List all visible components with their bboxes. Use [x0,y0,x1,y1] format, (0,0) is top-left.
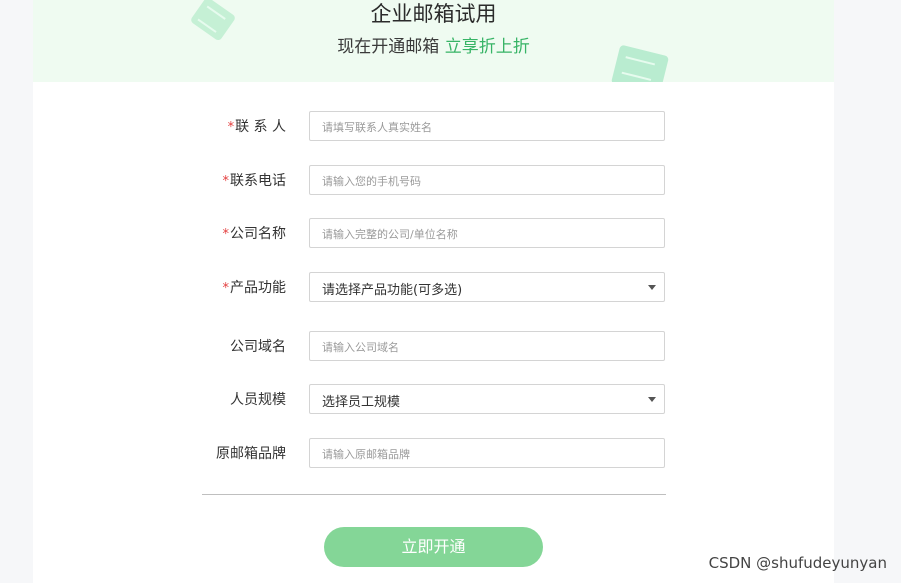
domain-placeholder: 请输入公司域名 [322,341,399,354]
subtitle-text: 现在开通邮箱 [337,37,445,57]
contact-label-text: 联 系 人 [235,119,286,135]
required-mark: * [222,281,230,296]
form-row-contact: *联 系 人 请填写联系人真实姓名 [0,111,901,141]
submit-button[interactable]: 立即开通 [324,527,543,567]
required-mark: * [222,227,230,242]
form-row-domain: 公司域名 请输入公司域名 [0,331,901,361]
form-row-company: *公司名称 请输入完整的公司/单位名称 [0,218,901,248]
form-row-phone: *联系电话 请输入您的手机号码 [0,165,901,195]
brand-label: 原邮箱品牌 [216,446,286,462]
page-subtitle: 现在开通邮箱 立享折上折 [33,35,834,59]
company-label-text: 公司名称 [230,226,286,242]
watermark: CSDN @shufudeyunyan [708,554,887,572]
contact-name-input[interactable]: 请填写联系人真实姓名 [309,111,665,141]
divider [202,494,666,495]
size-label: 人员规模 [230,392,286,408]
phone-placeholder: 请输入您的手机号码 [322,175,421,188]
staff-size-select[interactable]: 选择员工规模 [309,384,665,414]
chevron-down-icon [648,397,656,402]
features-label-text: 产品功能 [230,280,286,296]
phone-label: *联系电话 [223,170,287,190]
company-name-input[interactable]: 请输入完整的公司/单位名称 [309,218,665,248]
phone-input[interactable]: 请输入您的手机号码 [309,165,665,195]
subtitle-highlight: 立享折上折 [444,37,530,57]
required-mark: * [227,120,235,135]
brand-input[interactable]: 请输入原邮箱品牌 [309,438,665,468]
form-row-features: *产品功能 请选择产品功能(可多选) [0,272,901,302]
page-title: 企业邮箱试用 [370,2,497,26]
required-mark: * [222,174,230,189]
contact-label: *联 系 人 [228,116,286,136]
features-select-value: 请选择产品功能(可多选) [322,283,463,298]
domain-label: 公司域名 [230,339,286,355]
brand-placeholder: 请输入原邮箱品牌 [322,448,410,461]
domain-input[interactable]: 请输入公司域名 [309,331,665,361]
page: 企业邮箱试用 现在开通邮箱 立享折上折 *联 系 人 请填写联系人真实姓名 *联… [0,0,901,583]
staff-size-value: 选择员工规模 [322,395,401,410]
form-row-size: 人员规模 选择员工规模 [0,384,901,414]
contact-name-placeholder: 请填写联系人真实姓名 [322,121,432,134]
company-name-placeholder: 请输入完整的公司/单位名称 [322,228,458,241]
features-select[interactable]: 请选择产品功能(可多选) [309,272,665,302]
chevron-down-icon [648,285,656,290]
form-row-brand: 原邮箱品牌 请输入原邮箱品牌 [0,438,901,468]
features-label: *产品功能 [223,277,287,297]
phone-label-text: 联系电话 [230,173,286,189]
company-label: *公司名称 [223,223,287,243]
